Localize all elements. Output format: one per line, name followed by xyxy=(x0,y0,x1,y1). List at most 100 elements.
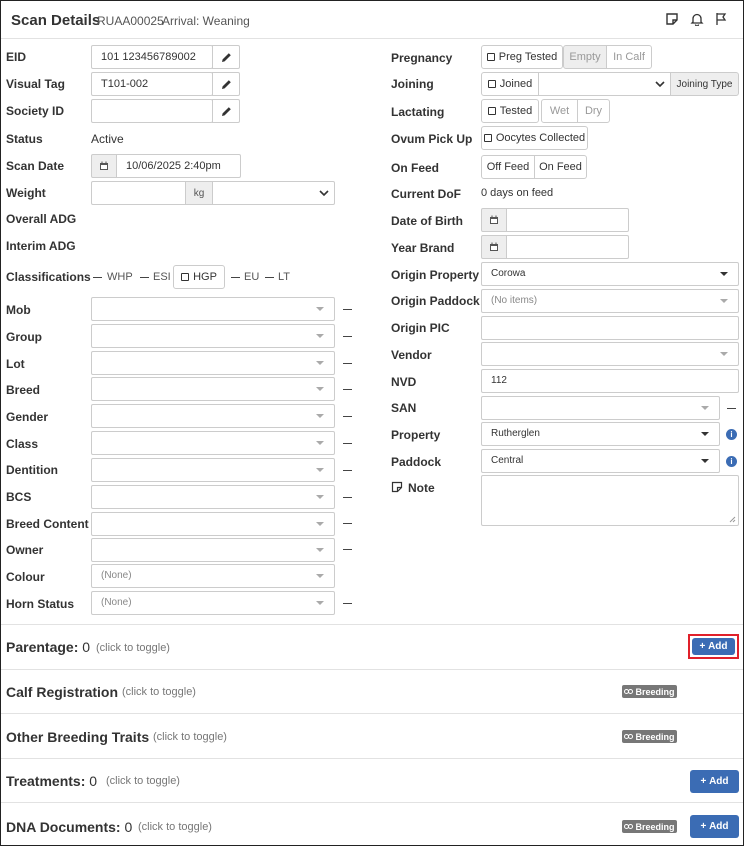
bcs-select[interactable] xyxy=(91,485,335,509)
info-icon[interactable]: i xyxy=(726,456,737,467)
horn-status-label: Horn Status xyxy=(6,597,75,611)
nvd-label: NVD xyxy=(391,375,417,389)
status-value: Active xyxy=(91,132,124,146)
year-brand-input[interactable] xyxy=(506,235,629,259)
mob-clear[interactable] xyxy=(343,309,352,310)
origin-paddock-label: Origin Paddock xyxy=(391,294,480,308)
lactating-dry-option[interactable]: Dry xyxy=(577,99,610,123)
edit-eid-button[interactable] xyxy=(212,45,240,69)
bcs-clear[interactable] xyxy=(343,497,352,498)
colour-label: Colour xyxy=(6,570,45,584)
lot-clear[interactable] xyxy=(343,363,352,364)
weight-unit-select[interactable] xyxy=(212,181,335,205)
mob-label: Mob xyxy=(6,303,31,317)
dna-documents-toggle[interactable]: (click to toggle) xyxy=(138,821,212,833)
pregnancy-in-calf-option[interactable]: In Calf xyxy=(606,45,652,69)
off-feed-option[interactable]: Off Feed xyxy=(481,155,535,179)
lot-select[interactable] xyxy=(91,351,335,375)
lactating-wet-option[interactable]: Wet xyxy=(541,99,578,123)
date-of-birth-input[interactable] xyxy=(506,208,629,232)
paddock-select[interactable]: Central xyxy=(481,449,720,473)
class-select[interactable] xyxy=(91,431,335,455)
note-icon[interactable] xyxy=(665,12,679,26)
nvd-input[interactable]: 112 xyxy=(481,369,739,393)
origin-pic-input[interactable] xyxy=(481,316,739,340)
class-clear[interactable] xyxy=(343,443,352,444)
checkbox-icon xyxy=(486,53,495,61)
dentition-clear[interactable] xyxy=(343,470,352,471)
classification-hgp-button[interactable]: HGP xyxy=(173,265,225,289)
joined-checkbox[interactable]: Joined xyxy=(481,72,539,96)
edit-visual-tag-button[interactable] xyxy=(212,72,240,96)
checkbox-icon xyxy=(487,107,496,115)
classification-whp[interactable]: WHP xyxy=(107,271,133,283)
joining-select[interactable] xyxy=(538,72,671,96)
parentage-toggle[interactable]: (click to toggle) xyxy=(96,642,170,654)
dna-documents-section-title[interactable]: DNA Documents: 0 xyxy=(6,819,132,835)
owner-clear[interactable] xyxy=(343,549,352,550)
vendor-select[interactable] xyxy=(481,342,739,366)
parentage-section-title[interactable]: Parentage: 0 xyxy=(6,639,90,655)
year-brand-label: Year Brand xyxy=(391,241,455,255)
mob-select[interactable] xyxy=(91,297,335,321)
class-label: Class xyxy=(6,437,39,451)
dna-documents-add-button[interactable]: + Add xyxy=(690,815,739,838)
current-dof-label: Current DoF xyxy=(391,187,461,201)
group-select[interactable] xyxy=(91,324,335,348)
ovum-pick-up-label: Ovum Pick Up xyxy=(391,132,473,146)
property-select[interactable]: Rutherglen xyxy=(481,422,720,446)
calf-registration-section-title[interactable]: Calf Registration xyxy=(6,684,118,700)
san-select[interactable] xyxy=(481,396,720,420)
calendar-icon[interactable] xyxy=(481,235,507,259)
treatments-toggle[interactable]: (click to toggle) xyxy=(106,775,180,787)
pencil-icon xyxy=(221,52,231,62)
weight-input[interactable] xyxy=(91,181,186,205)
colour-select[interactable]: (None) xyxy=(91,564,335,588)
horn-status-select[interactable]: (None) xyxy=(91,591,335,615)
horn-status-clear[interactable] xyxy=(343,603,352,604)
calendar-icon[interactable] xyxy=(91,154,117,178)
pregnancy-empty-option[interactable]: Empty xyxy=(563,45,607,69)
eid-field: 101 123456789002 xyxy=(91,45,213,69)
treatments-section-title[interactable]: Treatments: 0 xyxy=(6,773,97,789)
info-icon[interactable]: i xyxy=(726,429,737,440)
joining-type-button[interactable]: Joining Type xyxy=(670,72,739,96)
scan-date-input[interactable]: 10/06/2025 2:40pm xyxy=(116,154,241,178)
checkbox-icon xyxy=(181,273,190,281)
san-clear[interactable] xyxy=(727,408,736,409)
other-breeding-traits-toggle[interactable]: (click to toggle) xyxy=(153,731,227,743)
on-feed-option[interactable]: On Feed xyxy=(534,155,587,179)
treatments-add-button[interactable]: + Add xyxy=(690,770,739,793)
note-textarea[interactable] xyxy=(481,475,739,526)
breed-content-select[interactable] xyxy=(91,512,335,536)
calf-registration-toggle[interactable]: (click to toggle) xyxy=(122,686,196,698)
chevron-down-icon xyxy=(655,81,665,88)
vendor-label: Vendor xyxy=(391,348,432,362)
gender-select[interactable] xyxy=(91,404,335,428)
classification-eu[interactable]: EU xyxy=(244,271,259,283)
edit-society-id-button[interactable] xyxy=(212,99,240,123)
calendar-icon[interactable] xyxy=(481,208,507,232)
owner-select[interactable] xyxy=(91,538,335,562)
parentage-count: 0 xyxy=(82,639,91,655)
classification-esi[interactable]: ESI xyxy=(153,271,171,283)
classification-lt[interactable]: LT xyxy=(278,271,290,283)
origin-property-select[interactable]: Corowa xyxy=(481,262,739,286)
group-label: Group xyxy=(6,330,42,344)
breed-label: Breed xyxy=(6,383,41,397)
other-breeding-traits-section-title[interactable]: Other Breeding Traits xyxy=(6,729,149,745)
breed-content-clear[interactable] xyxy=(343,523,352,524)
oocytes-collected-checkbox[interactable]: Oocytes Collected xyxy=(481,126,588,150)
group-clear[interactable] xyxy=(343,336,352,337)
bell-icon[interactable] xyxy=(690,12,704,27)
breed-select[interactable] xyxy=(91,377,335,401)
preg-tested-checkbox[interactable]: Preg Tested xyxy=(481,45,563,69)
lactating-tested-checkbox[interactable]: Tested xyxy=(481,99,539,123)
parentage-add-button[interactable]: + Add xyxy=(692,638,735,655)
note-icon xyxy=(391,481,403,493)
breeding-icon xyxy=(624,824,634,829)
flag-icon[interactable] xyxy=(714,12,728,26)
dentition-select[interactable] xyxy=(91,458,335,482)
gender-clear[interactable] xyxy=(343,416,352,417)
breed-clear[interactable] xyxy=(343,389,352,390)
